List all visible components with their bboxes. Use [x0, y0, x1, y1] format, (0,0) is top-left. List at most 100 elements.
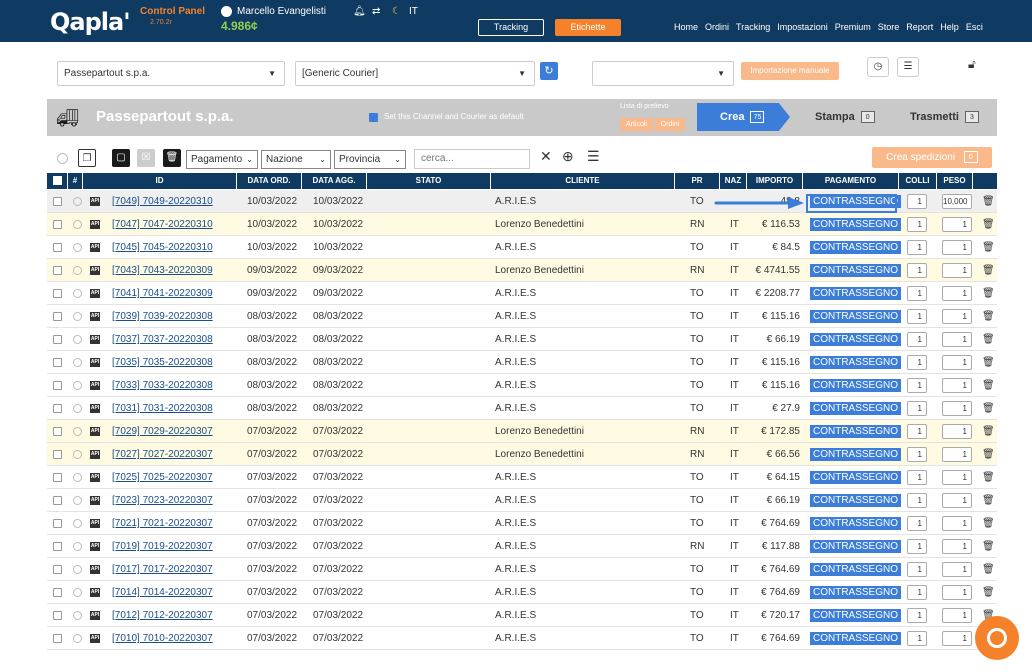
peso-input[interactable]: 1 — [942, 493, 972, 508]
row-radio[interactable] — [73, 519, 82, 528]
channel-select[interactable]: Passepartout s.p.a. ▼ — [57, 61, 285, 86]
peso-input[interactable]: 1 — [942, 401, 972, 416]
row-checkbox[interactable] — [53, 473, 62, 482]
order-id-link[interactable]: [7025] 7025-20220307 — [112, 466, 213, 489]
row-radio[interactable] — [73, 634, 82, 643]
disabled-action-button[interactable]: ☒ — [137, 149, 155, 167]
row-checkbox[interactable] — [53, 197, 62, 206]
row-trash-icon[interactable]: 🗑︎ — [982, 305, 995, 328]
colli-input[interactable]: 1 — [907, 240, 927, 255]
peso-input[interactable]: 1 — [942, 516, 972, 531]
header-colli[interactable]: COLLI — [899, 173, 937, 189]
row-radio[interactable] — [73, 404, 82, 413]
courier-select[interactable]: [Generic Courier] ▼ — [295, 61, 535, 86]
table-row[interactable]: API [7043] 7043-20220309 09/03/2022 09/03/2… — [47, 259, 997, 282]
select-all-radio[interactable] — [57, 153, 68, 164]
table-row[interactable]: API [7014] 7014-20220307 07/03/2022 07/03/2… — [47, 581, 997, 604]
row-trash-icon[interactable]: 🗑︎ — [982, 374, 995, 397]
row-trash-icon[interactable]: 🗑︎ — [982, 282, 995, 305]
row-trash-icon[interactable]: 🗑︎ — [982, 236, 995, 259]
clear-search-icon[interactable]: ✕ — [540, 148, 552, 165]
order-id-link[interactable]: [7049] 7049-20220310 — [112, 190, 213, 213]
nav-ordini[interactable]: Ordini — [705, 22, 729, 32]
bell-icon[interactable]: 🔔︎ — [353, 6, 366, 17]
row-checkbox[interactable] — [53, 565, 62, 574]
row-checkbox[interactable] — [53, 358, 62, 367]
row-radio[interactable] — [73, 381, 82, 390]
unlock-icon[interactable]: 🔓︎ — [968, 57, 976, 72]
peso-input[interactable]: 1 — [942, 355, 972, 370]
order-id-link[interactable]: [7035] 7035-20220308 — [112, 351, 213, 374]
row-checkbox[interactable] — [53, 588, 62, 597]
nav-tracking[interactable]: Tracking — [736, 22, 770, 32]
peso-input[interactable]: 1 — [942, 217, 972, 232]
peso-input[interactable]: 1 — [942, 286, 972, 301]
row-trash-icon[interactable]: 🗑︎ — [982, 420, 995, 443]
order-id-link[interactable]: [7029] 7029-20220307 — [112, 420, 213, 443]
order-id-link[interactable]: [7019] 7019-20220307 — [112, 535, 213, 558]
colli-input[interactable]: 1 — [907, 608, 927, 623]
row-trash-icon[interactable]: 🗑︎ — [982, 581, 995, 604]
row-checkbox[interactable] — [53, 266, 62, 275]
row-checkbox[interactable] — [53, 243, 62, 252]
peso-input[interactable]: 1 — [942, 631, 972, 646]
peso-input[interactable]: 1 — [942, 240, 972, 255]
row-checkbox[interactable] — [53, 519, 62, 528]
peso-input[interactable]: 1 — [942, 424, 972, 439]
row-radio[interactable] — [73, 496, 82, 505]
row-trash-icon[interactable]: 🗑︎ — [982, 466, 995, 489]
order-id-link[interactable]: [7039] 7039-20220308 — [112, 305, 213, 328]
edit-button[interactable]: ▢ — [112, 149, 130, 167]
nav-premium[interactable]: Premium — [835, 22, 871, 32]
order-id-link[interactable]: [7031] 7031-20220308 — [112, 397, 213, 420]
tracking-button[interactable]: Tracking — [478, 19, 544, 36]
table-row[interactable]: API [7025] 7025-20220307 07/03/2022 07/03/2… — [47, 466, 997, 489]
header-select-all[interactable] — [47, 173, 68, 189]
order-id-link[interactable]: [7033] 7033-20220308 — [112, 374, 213, 397]
colli-input[interactable]: 1 — [907, 585, 927, 600]
nav-home[interactable]: Home — [674, 22, 698, 32]
delete-button[interactable]: 🗑︎ — [163, 149, 181, 167]
table-row[interactable]: API [7033] 7033-20220308 08/03/2022 08/03/2… — [47, 374, 997, 397]
row-radio[interactable] — [73, 197, 82, 206]
row-radio[interactable] — [73, 565, 82, 574]
peso-input[interactable]: 1 — [942, 562, 972, 577]
header-importo[interactable]: IMPORTO — [747, 173, 803, 189]
row-radio[interactable] — [73, 542, 82, 551]
row-trash-icon[interactable]: 🗑︎ — [982, 489, 995, 512]
header-cliente[interactable]: CLIENTE — [491, 173, 675, 189]
step-trasmetti[interactable]: Trasmetti 3 — [895, 103, 995, 131]
row-radio[interactable] — [73, 427, 82, 436]
row-trash-icon[interactable]: 🗑︎ — [982, 558, 995, 581]
colli-input[interactable]: 1 — [907, 424, 927, 439]
colli-input[interactable]: 1 — [907, 401, 927, 416]
row-trash-icon[interactable]: 🗑︎ — [982, 328, 995, 351]
table-row[interactable]: API [7029] 7029-20220307 07/03/2022 07/03/2… — [47, 420, 997, 443]
order-id-link[interactable]: [7043] 7043-20220309 — [112, 259, 213, 282]
colli-input[interactable]: 1 — [907, 539, 927, 554]
ordini-button[interactable]: Ordini — [655, 118, 685, 131]
row-radio[interactable] — [73, 266, 82, 275]
peso-input[interactable]: 1 — [942, 263, 972, 278]
peso-input[interactable]: 1 — [942, 585, 972, 600]
peso-input[interactable]: 1 — [942, 332, 972, 347]
table-row[interactable]: API [7019] 7019-20220307 07/03/2022 07/03/2… — [47, 535, 997, 558]
row-checkbox[interactable] — [53, 496, 62, 505]
peso-input[interactable]: 1 — [942, 608, 972, 623]
colli-input[interactable]: 1 — [907, 355, 927, 370]
header-id[interactable]: ID — [83, 173, 237, 189]
row-radio[interactable] — [73, 289, 82, 298]
row-radio[interactable] — [73, 588, 82, 597]
row-radio[interactable] — [73, 243, 82, 252]
import-manual-button[interactable]: Importazione manuale — [741, 62, 839, 80]
peso-input[interactable]: 10,000 — [942, 194, 972, 209]
table-row[interactable]: API [7031] 7031-20220308 08/03/2022 08/03/2… — [47, 397, 997, 420]
nav-report[interactable]: Report — [906, 22, 933, 32]
table-row[interactable]: API [7039] 7039-20220308 08/03/2022 08/03/2… — [47, 305, 997, 328]
colli-input[interactable]: 1 — [907, 263, 927, 278]
row-checkbox[interactable] — [53, 335, 62, 344]
row-trash-icon[interactable]: 🗑︎ — [982, 190, 995, 213]
row-radio[interactable] — [73, 220, 82, 229]
refresh-button[interactable]: ↻ — [540, 62, 558, 80]
provincia-filter[interactable]: Provincia ⌄ — [334, 150, 406, 169]
